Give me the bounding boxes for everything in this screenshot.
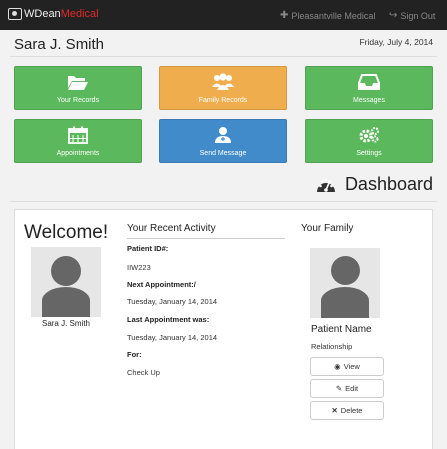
appointments-button[interactable]: Appointments [14, 119, 142, 163]
send-message-button[interactable]: Send Message [159, 119, 287, 163]
gears-icon [306, 125, 432, 145]
reason-value: Check Up [127, 368, 160, 377]
location-label: Pleasantville Medical [291, 10, 376, 21]
family-records-button[interactable]: Family Records [159, 66, 287, 110]
delete-icon: ✕ [331, 406, 338, 415]
family-member-name: Patient Name [311, 324, 372, 335]
messages-button[interactable]: Messages [305, 66, 433, 110]
dashboard-title: Dashboard [344, 174, 433, 194]
header-divider [10, 56, 437, 57]
tile-label: Messages [353, 97, 385, 104]
tile-label: Settings [356, 150, 382, 157]
family-member-relationship: Relationship [311, 342, 353, 351]
your-records-button[interactable]: Your Records [14, 66, 142, 110]
signout-link[interactable]: ↪ Sign Out [389, 10, 435, 21]
brand-logo-link[interactable]: WDean Medical [8, 8, 99, 20]
welcome-heading: Welcome! [24, 222, 109, 243]
signout-label: Sign Out [400, 10, 436, 21]
next-appointment-value: Tuesday, January 14, 2014 [127, 297, 218, 306]
activity-divider [127, 238, 285, 239]
plus-icon: ✚ [280, 10, 289, 21]
last-appointment-label: Last Appointment was: [127, 315, 210, 324]
patient-id-label: Patient ID#: [127, 244, 169, 253]
tile-label: Family Records [198, 97, 248, 104]
dashboard-heading: Dashboard [315, 174, 433, 195]
dashboard-divider [10, 201, 437, 202]
users-icon [160, 72, 286, 92]
dashboard-gauge-icon [316, 178, 335, 192]
page-title: Sara J. Smith [14, 36, 105, 53]
brand-name: WDean [24, 8, 61, 20]
location-link[interactable]: ✚ Pleasantville Medical [280, 10, 375, 21]
folder-open-icon [15, 72, 141, 92]
eye-icon: ◉ [334, 362, 341, 371]
delete-button[interactable]: ✕ Delete [310, 401, 384, 420]
calendar-icon [15, 125, 141, 145]
delete-label: Delete [340, 406, 363, 415]
next-appointment-label: Next Appointment:/ [127, 280, 196, 289]
user-md-icon [160, 125, 286, 145]
tile-label: Send Message [199, 150, 247, 157]
last-appointment-value: Tuesday, January 14, 2014 [127, 333, 218, 342]
signout-icon: ↪ [389, 10, 398, 21]
brand-name-accent: Medical [60, 8, 99, 20]
edit-label: Edit [345, 384, 359, 393]
view-button[interactable]: ◉ View [310, 357, 384, 376]
family-avatar [310, 248, 380, 318]
family-title: Your Family [301, 223, 354, 234]
avatar-caption: Sara J. Smith [41, 319, 90, 328]
edit-icon: ✎ [335, 384, 343, 393]
monitor-logo-icon [8, 8, 22, 20]
tile-label: Your Records [56, 97, 100, 104]
view-label: View [343, 362, 360, 371]
activity-title: Your Recent Activity [127, 223, 216, 234]
patient-id-value: IIW223 [127, 263, 151, 272]
tile-label: Appointments [56, 150, 100, 157]
current-date: Friday, July 4, 2014 [359, 37, 433, 47]
inbox-icon [306, 72, 432, 92]
edit-button[interactable]: ✎ Edit [310, 379, 384, 398]
avatar [31, 247, 101, 317]
top-navbar: WDean Medical ✚ Pleasantville Medical ↪ … [0, 0, 447, 30]
settings-button[interactable]: Settings [305, 119, 433, 163]
reason-label: For: [127, 350, 142, 359]
